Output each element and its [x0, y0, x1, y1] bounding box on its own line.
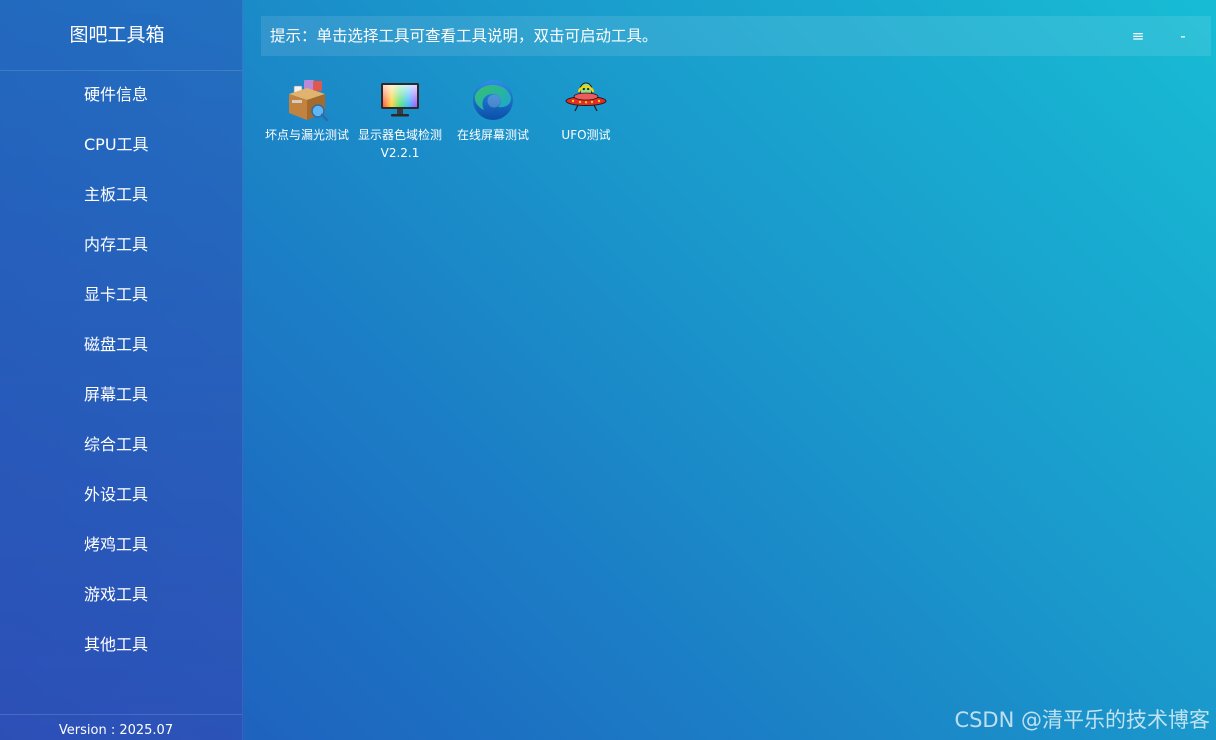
color-monitor-icon: [381, 83, 419, 117]
hint-text: 提示：单击选择工具可查看工具说明，双击可启动工具。: [270, 27, 658, 45]
category-nav: 硬件信息 CPU工具 主板工具 内存工具 显卡工具 磁盘工具 屏幕工具 综合工具…: [0, 70, 242, 670]
sidebar-item-game-tools[interactable]: 游戏工具: [0, 570, 242, 620]
menu-button[interactable]: ≡: [1125, 22, 1151, 50]
watermark: CSDN @清平乐的技术博客: [954, 708, 1210, 732]
edge-browser-icon: [473, 80, 513, 120]
sidebar-item-screen-tools[interactable]: 屏幕工具: [0, 370, 242, 420]
version-label: Version : 2025.07: [58, 723, 174, 738]
tool-online-screen-test[interactable]: 在线屏幕测试: [449, 78, 537, 144]
sidebar-item-memory-tools[interactable]: 内存工具: [0, 220, 242, 270]
tool-label: UFO测试: [561, 128, 611, 142]
sidebar-item-cpu-tools[interactable]: CPU工具: [0, 120, 242, 170]
sidebar-item-gpu-tools[interactable]: 显卡工具: [0, 270, 242, 320]
tool-label: 显示器色域检测V2.2.1: [357, 128, 442, 160]
sidebar-item-peripheral-tools[interactable]: 外设工具: [0, 470, 242, 520]
sidebar-item-general-tools[interactable]: 综合工具: [0, 420, 242, 470]
ufo-icon: [565, 82, 607, 112]
tool-label: 在线屏幕测试: [456, 128, 529, 142]
app-title: 图吧工具箱: [69, 24, 165, 46]
tool-label: 坏点与漏光测试: [264, 128, 349, 142]
package-box-icon: [289, 80, 329, 122]
tool-monitor-color-gamut[interactable]: 显示器色域检测V2.2.1: [356, 78, 444, 162]
tool-grid: 坏点与漏光测试 显示器色域检测V2.2.1 在线屏幕测试 UFO测试: [263, 78, 683, 178]
version-divider: [0, 714, 242, 715]
app-window: 图吧工具箱 硬件信息 CPU工具 主板工具 内存工具 显卡工具 磁盘工具 屏幕工…: [0, 0, 1216, 740]
sidebar-item-hardware-info[interactable]: 硬件信息: [0, 70, 242, 120]
sidebar-item-disk-tools[interactable]: 磁盘工具: [0, 320, 242, 370]
tool-dead-pixel-test[interactable]: 坏点与漏光测试: [263, 78, 351, 144]
sidebar-item-motherboard-tools[interactable]: 主板工具: [0, 170, 242, 220]
minimize-button[interactable]: -: [1170, 22, 1196, 50]
sidebar: 图吧工具箱 硬件信息 CPU工具 主板工具 内存工具 显卡工具 磁盘工具 屏幕工…: [0, 0, 243, 740]
sidebar-item-stress-test-tools[interactable]: 烤鸡工具: [0, 520, 242, 570]
hint-bar: 提示：单击选择工具可查看工具说明，双击可启动工具。 ≡ -: [261, 16, 1211, 56]
tool-ufo-test[interactable]: UFO测试: [542, 78, 630, 144]
sidebar-item-other-tools[interactable]: 其他工具: [0, 620, 242, 670]
